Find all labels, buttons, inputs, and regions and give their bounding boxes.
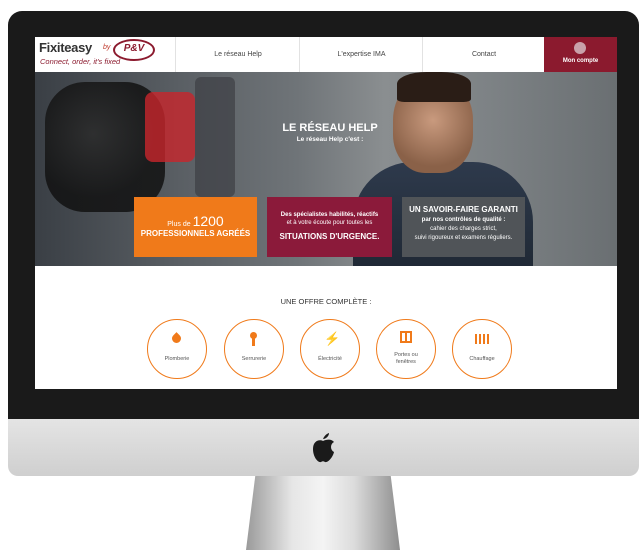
service-label: Électricité xyxy=(318,356,342,362)
info-heading: UN SAVOIR-FAIRE GARANTI xyxy=(409,205,518,214)
user-icon xyxy=(574,42,586,54)
nav-item-expertise-ima[interactable]: L'expertise IMA xyxy=(299,37,423,72)
door-icon xyxy=(405,331,407,343)
service-label: Plomberie xyxy=(164,356,190,362)
hero-tool-image xyxy=(195,77,235,197)
nav-item-reseau-help[interactable]: Le réseau Help xyxy=(175,37,300,72)
website-screen: Fixiteasy by P&V Connect, order, it's fi… xyxy=(35,37,617,389)
info-line: suivi rigoureux et examens réguliers. xyxy=(414,235,513,241)
service-label: Chauffage xyxy=(469,356,495,362)
brand-tagline: Connect, order, it's fixed xyxy=(40,57,121,66)
stat-prefix: Plus de 1200 xyxy=(167,213,224,229)
info-highlight: SITUATIONS D'URGENCE. xyxy=(279,232,380,241)
service-plomberie[interactable]: Plomberie xyxy=(147,319,207,379)
service-label: Serrurerie xyxy=(241,356,267,362)
account-label: Mon compte xyxy=(562,58,599,64)
top-nav: Fixiteasy by P&V Connect, order, it's fi… xyxy=(35,37,617,73)
brand-logo[interactable]: Fixiteasy by P&V Connect, order, it's fi… xyxy=(39,39,169,70)
brand-name: Fixiteasy xyxy=(39,40,92,55)
service-label: Portes ou fenêtres xyxy=(394,352,418,365)
info-line: Des spécialistes habilités, réactifs xyxy=(280,212,379,218)
brand-by: by xyxy=(103,44,111,51)
stat-label: PROFESSIONNELS AGRÉÉS xyxy=(140,229,251,238)
info-line: et à votre écoute pour toutes les xyxy=(286,220,373,226)
hero-title: LE RÉSEAU HELP xyxy=(282,122,378,134)
hero-tool-image xyxy=(145,92,195,162)
hero-subtitle: Le réseau Help c'est : xyxy=(296,136,364,143)
account-button[interactable]: Mon compte xyxy=(544,37,617,72)
nav-item-contact[interactable]: Contact xyxy=(422,37,545,72)
info-line: cahier des charges strict, xyxy=(430,226,497,232)
info-box-urgency: Des spécialistes habilités, réactifs et … xyxy=(267,197,392,257)
service-electricite[interactable]: ⚡ Électricité xyxy=(300,319,360,379)
hero-person-image xyxy=(397,72,471,102)
info-line: par nos contrôles de qualité : xyxy=(421,217,506,223)
offer-title: UNE OFFRE COMPLÈTE : xyxy=(280,297,372,306)
info-box-quality: UN SAVOIR-FAIRE GARANTI par nos contrôle… xyxy=(402,197,525,257)
radiator-icon xyxy=(475,334,489,344)
service-serrurerie[interactable]: Serrurerie xyxy=(224,319,284,379)
stat-box-professionals: Plus de 1200 PROFESSIONNELS AGRÉÉS xyxy=(134,197,257,257)
imac-mockup: Fixiteasy by P&V Connect, order, it's fi… xyxy=(0,0,641,550)
key-icon xyxy=(252,338,255,346)
service-chauffage[interactable]: Chauffage xyxy=(452,319,512,379)
service-portes-fenetres[interactable]: Portes ou fenêtres xyxy=(376,319,436,379)
monitor-stand xyxy=(246,476,400,550)
drop-icon xyxy=(170,332,183,345)
lightning-icon: ⚡ xyxy=(324,331,341,346)
apple-logo-icon xyxy=(313,433,334,463)
hero-banner: LE RÉSEAU HELP Le réseau Help c'est : Pl… xyxy=(35,72,617,266)
